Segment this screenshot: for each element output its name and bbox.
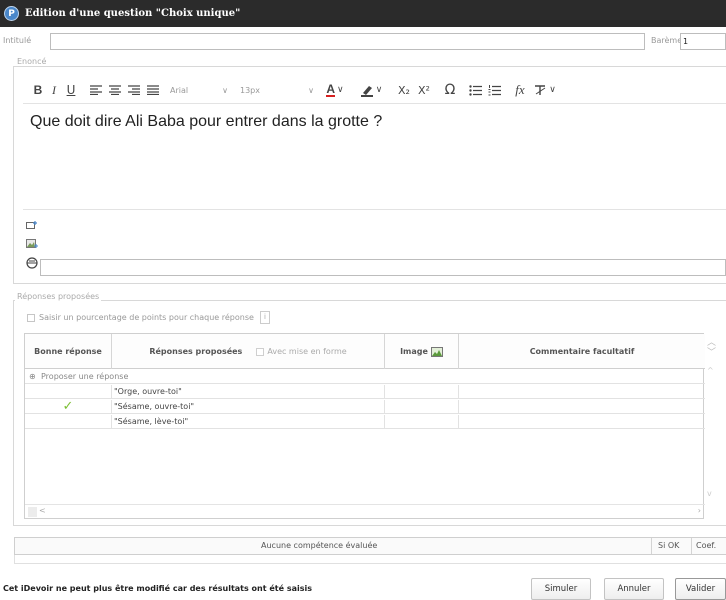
percentage-checkbox[interactable] [27,313,35,322]
question-text[interactable]: Que doit dire Ali Baba pour entrer dans … [30,113,382,131]
simuler-button[interactable]: Simuler [531,578,591,600]
scroll-down-arrow[interactable]: v [707,489,712,498]
mise-en-forme-checkbox[interactable] [256,347,265,356]
superscript-button[interactable]: X² [414,81,434,99]
image-cell[interactable] [385,415,459,429]
competences-list [14,555,726,564]
mise-en-forme-option[interactable]: Avec mise en forme [256,347,347,356]
highlighter-icon [360,85,373,97]
chevron-down-icon: ∨ [222,85,228,95]
bold-button[interactable]: B [30,81,46,99]
scroll-left-arrow[interactable]: < [39,506,46,515]
col-bonne-reponse[interactable]: Bonne réponse [25,334,112,369]
competences-bar[interactable]: Aucune compétence évaluée Si OK Coef. [14,537,726,555]
editor-toolbar: B I U Arial ∨ 13px ∨ A ∨ ∨ X₂ X² Ω fx ∨ [30,80,560,100]
image-cell[interactable] [385,400,459,414]
link-input[interactable] [40,259,726,276]
image-cell[interactable] [385,385,459,399]
chevron-down-icon: ∨ [337,85,344,95]
bonne-cell[interactable] [25,415,112,429]
clear-format-icon [535,85,546,95]
chevron-down-icon: ∨ [308,85,314,95]
chevron-down-icon: ∨ [549,85,556,95]
formula-button[interactable]: fx [510,81,530,99]
intitule-input[interactable] [50,33,645,50]
commentaire-cell[interactable] [459,400,705,414]
add-circle-icon: ⊕ [29,372,36,381]
insert-image-icon[interactable] [25,237,39,249]
align-center-icon[interactable] [105,81,124,99]
enonce-legend: Enoncé [15,57,49,66]
reponses-table: Bonne réponse Réponses proposées Avec mi… [24,333,705,519]
highlight-button[interactable]: ∨ [354,81,388,99]
locked-message: Cet iDevoir ne peut plus être modifié ca… [3,584,312,593]
table-row[interactable]: "Sésame, lève-toi" [25,415,705,429]
valider-button[interactable]: Valider [675,578,726,600]
bareme-input[interactable]: 1 [680,33,726,50]
scroll-down-icon[interactable]: ﹀ [707,345,716,358]
clear-format-button[interactable]: ∨ [530,81,560,99]
commentaire-cell[interactable] [459,385,705,399]
scroll-right-arrow[interactable]: › [698,506,701,515]
chevron-down-icon: ∨ [375,85,383,95]
numbered-list-icon[interactable] [485,81,504,99]
scroll-up-arrow[interactable]: ^ [707,366,714,375]
col-reponses-proposees[interactable]: Réponses proposées Avec mise en forme [112,334,385,369]
window-title: Edition d'une question "Choix unique" [25,8,241,19]
table-row[interactable]: ✓ "Sésame, ouvre-toi" [25,400,705,414]
insert-media-icon[interactable] [25,219,39,231]
reponse-cell[interactable]: "Sésame, lève-toi" [112,415,385,429]
reponse-cell[interactable]: "Orge, ouvre-toi" [112,385,385,399]
align-right-icon[interactable] [124,81,143,99]
special-char-button[interactable]: Ω [440,81,460,99]
pronote-app-icon: P [4,6,19,21]
window-titlebar: P Edition d'une question "Choix unique" [0,0,726,27]
text-color-button[interactable]: A ∨ [316,81,354,99]
table-row[interactable]: "Orge, ouvre-toi" [25,385,705,399]
info-icon[interactable]: i [259,311,270,324]
intitule-label: Intitulé [3,36,32,45]
question-editor[interactable]: Que doit dire Ali Baba pour entrer dans … [23,103,726,210]
table-header: Bonne réponse Réponses proposées Avec mi… [25,334,705,369]
add-reponse-row[interactable]: ⊕ Proposer une réponse [25,370,705,384]
percentage-option: Saisir un pourcentage de points pour cha… [27,311,270,324]
bareme-label: Barème [651,36,683,45]
col-image[interactable]: Image [385,334,459,369]
image-icon [430,346,443,357]
underline-button[interactable]: U [62,81,80,99]
coef-header[interactable]: Coef. [691,538,716,554]
text-color-icon: A [326,82,336,97]
font-size-select[interactable]: 13px ∨ [230,81,316,99]
bonne-cell[interactable] [25,385,112,399]
bonne-cell[interactable]: ✓ [25,400,112,414]
reponse-cell[interactable]: "Sésame, ouvre-toi" [112,400,385,414]
si-ok-header[interactable]: Si OK [651,538,679,554]
font-family-select[interactable]: Arial ∨ [168,81,230,99]
annuler-button[interactable]: Annuler [604,578,664,600]
subscript-button[interactable]: X₂ [394,81,414,99]
scroll-thumb[interactable] [28,507,37,517]
link-icon[interactable] [25,257,39,269]
add-reponse-label: Proposer une réponse [41,372,129,381]
competences-label: Aucune compétence évaluée [261,541,378,550]
align-justify-icon[interactable] [143,81,162,99]
reponses-legend: Réponses proposées [15,292,102,301]
bullet-list-icon[interactable] [466,81,485,99]
col-commentaire[interactable]: Commentaire facultatif [459,334,705,369]
align-left-icon[interactable] [86,81,105,99]
italic-button[interactable]: I [46,81,62,99]
vertical-scrollbar[interactable]: ︿ ﹀ ^ v [705,333,719,519]
commentaire-cell[interactable] [459,415,705,429]
percentage-label: Saisir un pourcentage de points pour cha… [39,313,254,322]
horizontal-scrollbar[interactable]: < › [25,504,705,519]
